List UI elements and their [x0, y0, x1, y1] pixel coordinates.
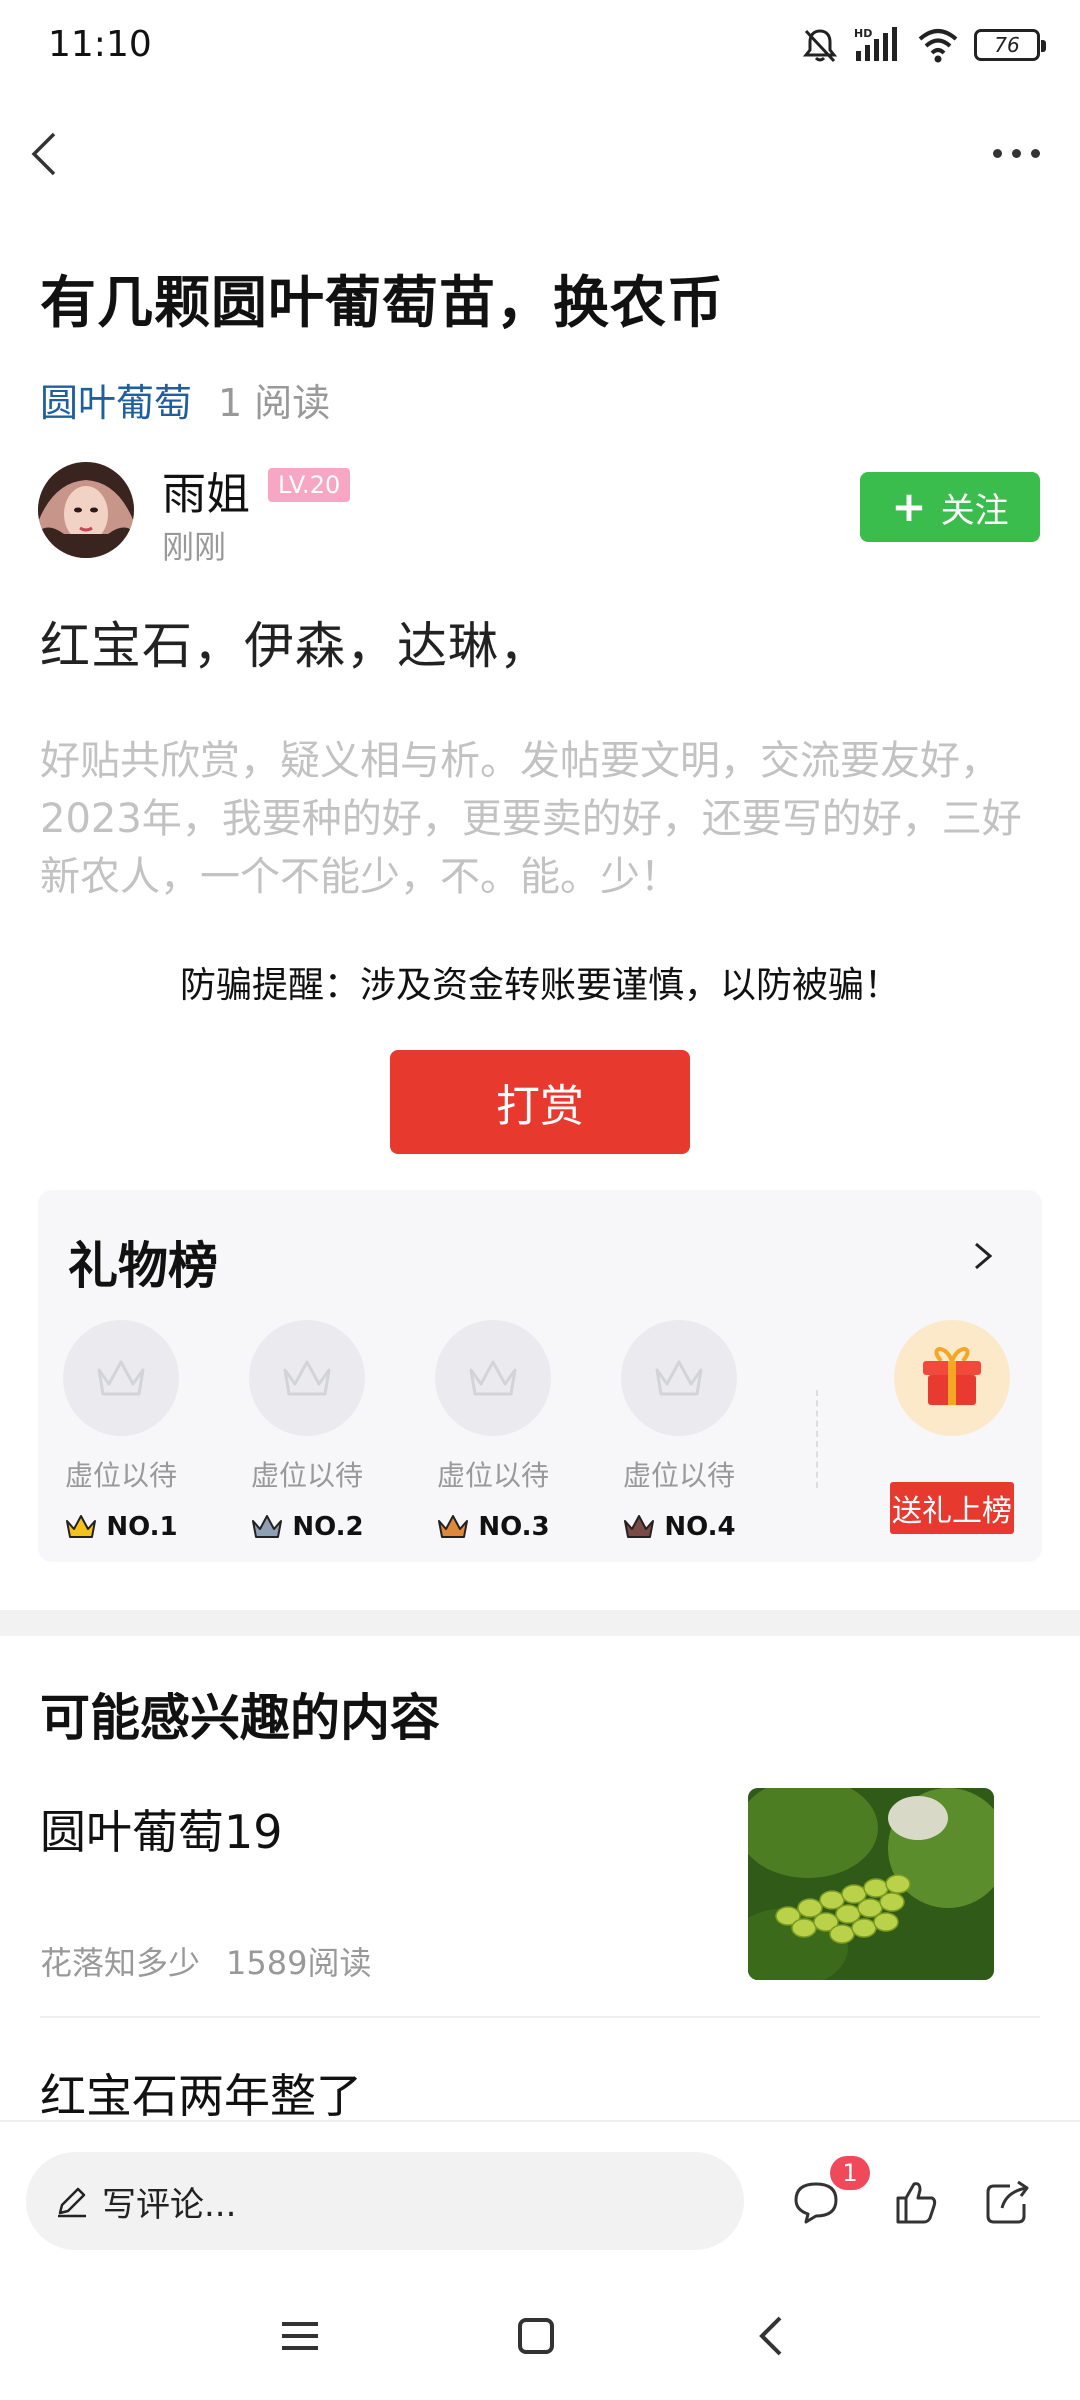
rec-item-reads: 1589阅读 [226, 1944, 372, 1982]
plus-icon: + [891, 482, 927, 531]
gift-button[interactable] [894, 1320, 1010, 1436]
gift-board-title: 礼物榜 [68, 1237, 218, 1295]
like-button[interactable] [888, 2174, 944, 2230]
chevron-right-icon [975, 1242, 993, 1270]
divider [40, 2016, 1040, 2018]
slot-rank-label: NO.3 [478, 1512, 550, 1542]
rec-item-title[interactable]: 圆叶葡萄19 [40, 1796, 283, 1862]
read-count: 1 阅读 [218, 381, 331, 425]
slot-rank-label: NO.1 [106, 1512, 178, 1542]
post-time: 刚刚 [162, 528, 227, 566]
avatar-image [38, 462, 134, 558]
crown-silver-icon [252, 1515, 283, 1538]
grape-photo [748, 1788, 994, 1980]
comment-placeholder: 写评论... [102, 2184, 237, 2225]
pencil-icon [58, 2187, 86, 2218]
slot-rank-label: NO.4 [664, 1512, 736, 1542]
gift-slot[interactable]: 虚位以待 NO.2 [242, 1320, 372, 1542]
crown-placeholder-icon [621, 1320, 737, 1436]
slot-rank: NO.1 [56, 1512, 186, 1542]
slot-rank-label: NO.2 [292, 1512, 364, 1542]
menu-button[interactable] [270, 2306, 330, 2366]
crown-placeholder-icon [63, 1320, 179, 1436]
gift-board: 礼物榜 虚位以待 NO.1 虚位以待 NO.2 虚位以待 NO.3 虚位以待 N… [38, 1190, 1042, 1562]
more-horizontal-icon [992, 148, 1002, 158]
fraud-warning: 防骗提醒：涉及资金转账要谨慎，以防被骗！ [179, 965, 900, 1006]
system-back-button[interactable] [742, 2306, 802, 2366]
comment-input[interactable]: 写评论... [26, 2152, 744, 2250]
post-meta: 圆叶葡萄 1 阅读 [40, 372, 330, 427]
section-divider [0, 1610, 1080, 1636]
hd-signal-icon: HD [854, 27, 897, 61]
follow-label: 关注 [940, 490, 1009, 531]
slot-label: 虚位以待 [436, 1459, 549, 1492]
slot-label: 虚位以待 [622, 1459, 735, 1492]
gift-slot[interactable]: 虚位以待 NO.4 [614, 1320, 744, 1542]
crown-placeholder-icon [249, 1320, 365, 1436]
share-icon [986, 2180, 1029, 2224]
tip-button[interactable]: 打赏 [390, 1050, 690, 1154]
bell-muted-icon [802, 29, 838, 63]
gift-slot[interactable]: 虚位以待 NO.3 [428, 1320, 558, 1542]
thumbs-up-icon [896, 2182, 937, 2224]
follow-button[interactable]: + 关注 [860, 472, 1040, 542]
chevron-left-icon [31, 132, 56, 176]
svg-text:HD: HD [854, 27, 872, 40]
slot-rank: NO.3 [428, 1512, 558, 1542]
author-name[interactable]: 雨姐 [162, 458, 250, 522]
home-square-icon [518, 2318, 554, 2354]
rec-item-title[interactable]: 红宝石两年整了 [40, 2060, 362, 2126]
more-button[interactable] [980, 128, 1052, 178]
crown-gold-icon [66, 1515, 97, 1538]
gift-rank-cta[interactable]: 送礼上榜 [890, 1482, 1014, 1534]
bottom-action-bar: 写评论... 1 [0, 2120, 1080, 2264]
topic-link[interactable]: 圆叶葡萄 [40, 372, 192, 427]
battery-icon: 76 [974, 29, 1046, 61]
system-nav-bar [0, 2264, 1080, 2400]
crown-bronze-icon [438, 1515, 469, 1538]
comment-count-badge: 1 [830, 2156, 870, 2190]
status-bar: 11:10 HD 76 [0, 0, 1080, 90]
slot-rank: NO.4 [614, 1512, 744, 1542]
level-badge: LV.20 [268, 468, 351, 502]
post-title: 有几颗圆叶葡萄苗，换农币 [40, 271, 724, 336]
status-time: 11:10 [48, 24, 152, 65]
rec-item-author: 花落知多少 [40, 1944, 201, 1982]
menu-icon [282, 2322, 318, 2350]
home-button[interactable] [506, 2306, 566, 2366]
crown-brown-icon [624, 1515, 655, 1538]
slot-label: 虚位以待 [64, 1459, 177, 1492]
avatar[interactable] [38, 462, 134, 558]
post-body: 红宝石，伊森，达琳， [40, 617, 550, 675]
rec-item-meta: 花落知多少 1589阅读 [40, 1938, 371, 1984]
gift-board-more-button[interactable] [962, 1232, 1002, 1280]
recommendations-title: 可能感兴趣的内容 [40, 1689, 440, 1747]
back-triangle-icon [759, 2316, 782, 2356]
share-button[interactable] [980, 2174, 1036, 2230]
gift-slot[interactable]: 虚位以待 NO.1 [56, 1320, 186, 1542]
slot-label: 虚位以待 [250, 1459, 363, 1492]
post-signature: 好贴共欣赏，疑义相与析。发帖要文明，交流要友好，2023年，我要种的好，更要卖的… [40, 738, 1022, 900]
gift-box-icon [923, 1347, 981, 1405]
crown-placeholder-icon [435, 1320, 551, 1436]
rec-item-thumbnail[interactable] [748, 1788, 994, 1980]
back-button[interactable] [20, 118, 80, 188]
divider [816, 1390, 818, 1488]
slot-rank: NO.2 [242, 1512, 372, 1542]
status-icons: HD 76 [800, 20, 1046, 70]
wifi-icon [918, 29, 958, 63]
